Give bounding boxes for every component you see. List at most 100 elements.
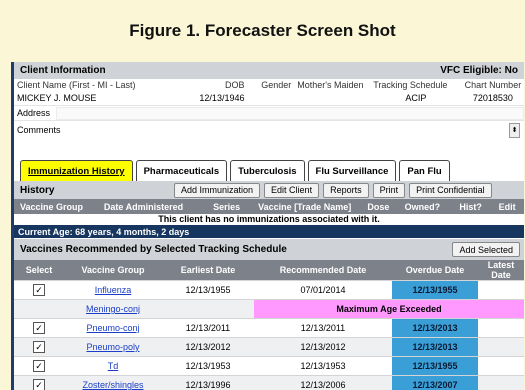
history-toolbar: History Add Immunization Edit Client Rep… — [14, 181, 524, 199]
col-latest-date: Latest Date — [478, 260, 524, 281]
recommended-date-cell: 12/13/2011 — [254, 318, 392, 338]
select-cell: ✓ — [14, 356, 64, 376]
tab-pharmaceuticals[interactable]: Pharmaceuticals — [135, 160, 228, 182]
vaccine-cell: Zoster/shingles — [64, 375, 162, 390]
earliest-date-cell: 12/13/2011 — [162, 318, 254, 338]
vfc-label: VFC Eligible: — [440, 65, 502, 76]
vaccine-link[interactable]: Td — [108, 361, 119, 371]
select-cell: ✓ — [14, 375, 64, 390]
client-info-title: Client Information — [20, 65, 106, 76]
checkbox[interactable]: ✓ — [33, 360, 45, 372]
comments-row: Comments ⬍ — [14, 120, 524, 139]
vaccine-cell: Meningo-conj — [64, 299, 162, 319]
col-owned: Owned? — [404, 201, 441, 212]
figure-title: Figure 1. Forecaster Screen Shot — [129, 21, 396, 40]
vaccine-cell: Pneumo-poly — [64, 337, 162, 357]
label-client-name: Client Name (First - MI - Last) — [17, 80, 136, 90]
overdue-date-cell: 12/13/2013 — [392, 318, 478, 338]
recommended-date-cell: 07/01/2014 — [254, 280, 392, 300]
col-series: Series — [213, 201, 241, 212]
client-name-value: MICKEY J. MOUSE — [17, 93, 97, 103]
vaccine-cell: Pneumo-conj — [64, 318, 162, 338]
tab-immunization-history[interactable]: Immunization History — [20, 160, 133, 182]
history-table-header: Vaccine Group Date Administered Series V… — [14, 199, 524, 214]
recommended-date-cell: 12/13/2012 — [254, 337, 392, 357]
vaccine-cell: Influenza — [64, 280, 162, 300]
recommended-date-cell: 12/13/2006 — [254, 375, 392, 390]
col-earliest-date: Earliest Date — [162, 260, 254, 281]
tab-flu-surveillance[interactable]: Flu Surveillance — [307, 160, 397, 182]
table-row: ✓ Pneumo-poly 12/13/2012 12/13/2012 12/1… — [14, 337, 524, 357]
tab-bar: Immunization History Pharmaceuticals Tub… — [20, 160, 450, 182]
tab-tuberculosis[interactable]: Tuberculosis — [230, 160, 305, 182]
checkbox[interactable]: ✓ — [33, 341, 45, 353]
vaccine-link[interactable]: Meningo-conj — [86, 304, 140, 314]
col-hist: Hist? — [459, 201, 482, 212]
vaccine-link[interactable]: Pneumo-conj — [86, 323, 139, 333]
label-chart-number: Chart Number — [464, 80, 522, 90]
label-mothers-maiden: Mother's Maiden — [297, 80, 364, 90]
latest-date-cell — [478, 356, 524, 376]
label-tracking-schedule: Tracking Schedule — [373, 80, 448, 90]
vaccine-cell: Td — [64, 356, 162, 376]
forecaster-window: Client Information VFC Eligible: No Clie… — [11, 62, 524, 390]
earliest-date-cell — [162, 299, 254, 319]
current-age-bar: Current Age: 68 years, 4 months, 2 days — [14, 225, 524, 238]
comments-label: Comments — [17, 125, 61, 135]
client-info-header: Client Information VFC Eligible: No — [14, 62, 524, 79]
max-age-exceeded-cell: Maximum Age Exceeded — [254, 299, 524, 319]
col-dose: Dose — [367, 201, 390, 212]
dob-value: 12/13/1946 — [199, 93, 245, 103]
recommended-title: Vaccines Recommended by Selected Trackin… — [20, 244, 287, 255]
earliest-date-cell: 12/13/1953 — [162, 356, 254, 376]
history-title: History — [20, 184, 55, 196]
client-values-row: MICKEY J. MOUSE 12/13/1946 ACIP 72018530 — [14, 92, 524, 105]
overdue-date-cell: 12/13/1955 — [392, 356, 478, 376]
vfc-eligible: VFC Eligible: No — [440, 65, 518, 76]
gender-value — [247, 92, 294, 105]
col-edit: Edit — [498, 201, 516, 212]
print-button[interactable]: Print — [372, 182, 406, 198]
latest-date-cell — [478, 280, 524, 300]
earliest-date-cell: 12/13/1955 — [162, 280, 254, 300]
overdue-date-cell: 12/13/2013 — [392, 337, 478, 357]
checkbox[interactable]: ✓ — [33, 379, 45, 390]
no-immunizations-message: This client has no immunizations associa… — [158, 214, 380, 224]
add-immunization-button[interactable]: Add Immunization — [174, 182, 261, 198]
latest-date-cell — [478, 337, 524, 357]
recommended-header-row: Select Vaccine Group Earliest Date Recom… — [14, 260, 524, 281]
col-vaccine-trade-name: Vaccine [Trade Name] — [258, 201, 352, 212]
table-row: ✓ Pneumo-conj 12/13/2011 12/13/2011 12/1… — [14, 318, 524, 338]
add-selected-button[interactable]: Add Selected — [452, 242, 520, 257]
vaccine-link[interactable]: Zoster/shingles — [82, 380, 143, 390]
table-row: ✓ Zoster/shingles 12/13/1996 12/13/2006 … — [14, 375, 524, 390]
earliest-date-cell: 12/13/2012 — [162, 337, 254, 357]
vfc-value: No — [504, 65, 518, 76]
label-dob: DOB — [224, 80, 245, 90]
tracking-schedule-value: ACIP — [405, 93, 427, 103]
recommended-table: Select Vaccine Group Earliest Date Recom… — [14, 260, 524, 390]
select-cell: ✓ — [14, 280, 64, 300]
checkbox[interactable]: ✓ — [33, 284, 45, 296]
comments-scroll-icon[interactable]: ⬍ — [509, 122, 520, 138]
col-vaccine-group: Vaccine Group — [20, 201, 84, 212]
label-gender: Gender — [261, 80, 292, 90]
latest-date-cell — [478, 318, 524, 338]
comments-field[interactable] — [66, 122, 509, 138]
overdue-date-cell: 12/13/1955 — [392, 280, 478, 300]
col-date-administered: Date Administered — [103, 201, 184, 212]
tab-pan-flu[interactable]: Pan Flu — [399, 160, 450, 182]
address-field[interactable] — [56, 106, 524, 120]
select-cell: ✓ — [14, 318, 64, 338]
table-row: Meningo-conj Maximum Age Exceeded — [14, 299, 524, 319]
table-row: ✓ Td 12/13/1953 12/13/1953 12/13/1955 — [14, 356, 524, 376]
print-confidential-button[interactable]: Print Confidential — [409, 182, 492, 198]
checkbox[interactable]: ✓ — [33, 322, 45, 334]
edit-client-button[interactable]: Edit Client — [264, 182, 320, 198]
vaccine-link[interactable]: Influenza — [95, 285, 132, 295]
recommended-date-cell: 12/13/1953 — [254, 356, 392, 376]
select-cell: ✓ — [14, 337, 64, 357]
reports-button[interactable]: Reports — [323, 182, 369, 198]
table-row: ✓ Influenza 12/13/1955 07/01/2014 12/13/… — [14, 280, 524, 300]
vaccine-link[interactable]: Pneumo-poly — [86, 342, 139, 352]
